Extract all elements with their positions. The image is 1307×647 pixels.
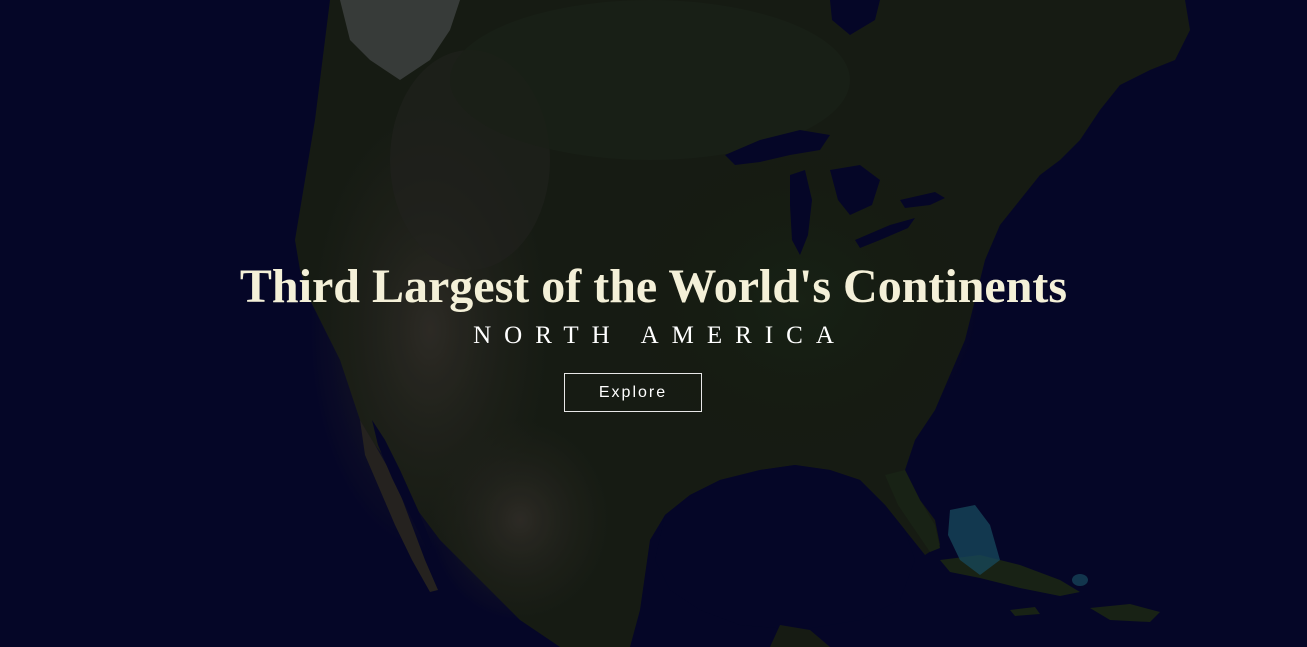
hero-section: Third Largest of the World's Continents … bbox=[0, 0, 1307, 647]
hero-title: Third Largest of the World's Continents bbox=[239, 260, 1068, 313]
hero-content: Third Largest of the World's Continents … bbox=[0, 0, 1307, 647]
explore-button[interactable]: Explore bbox=[564, 373, 702, 412]
hero-subtitle: NORTH AMERICA bbox=[473, 322, 847, 349]
